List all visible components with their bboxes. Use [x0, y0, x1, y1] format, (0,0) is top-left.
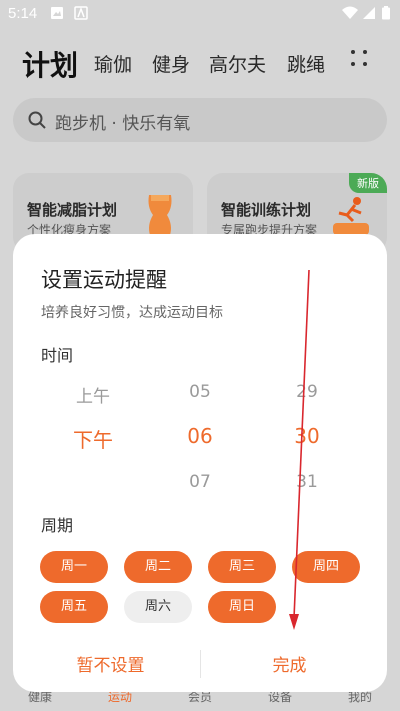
new-badge: 新版 [349, 173, 387, 193]
period-wheel[interactable]: 上午 下午 [43, 374, 143, 494]
dialog-subtitle: 培养良好习惯，达成运动目标 [41, 305, 223, 321]
minute-next: 31 [296, 472, 318, 492]
more-grid-icon[interactable] [349, 48, 369, 68]
dialog-title: 设置运动提醒 [41, 268, 167, 292]
time-picker: 上午 下午 05 06 07 29 30 31 [13, 374, 387, 494]
card-title: 智能训练计划 [221, 201, 312, 219]
search-icon [28, 111, 46, 129]
battery-icon [382, 6, 390, 20]
top-tab-bar: 计划 瑜伽 健身 高尔夫 跳绳 [22, 44, 362, 82]
hour-wheel[interactable]: 05 06 07 [150, 374, 250, 494]
cycle-label: 周期 [41, 516, 74, 535]
minute-prev: 29 [296, 382, 318, 402]
done-button[interactable]: 完成 [196, 651, 383, 676]
skip-button[interactable]: 暂不设置 [17, 651, 204, 676]
period-prev: 上午 [76, 387, 110, 407]
period-selected: 下午 [73, 428, 113, 452]
wifi-icon [342, 6, 358, 19]
time-label: 时间 [41, 346, 74, 365]
day-chip-tuesday[interactable]: 周二 [124, 551, 192, 583]
dialog-actions: 暂不设置 完成 [13, 644, 387, 684]
day-chip-saturday[interactable]: 周六 [124, 591, 192, 623]
day-chip-monday[interactable]: 周一 [40, 551, 108, 583]
card-title: 智能减脂计划 [27, 201, 118, 219]
day-chip-sunday[interactable]: 周日 [208, 591, 276, 623]
status-bar: 5:14 [0, 0, 400, 28]
app-notification-icon [74, 6, 88, 20]
tab-yoga[interactable]: 瑜伽 [94, 50, 132, 77]
hour-selected: 06 [187, 424, 213, 448]
signal-icon [363, 7, 375, 19]
tab-golf[interactable]: 高尔夫 [209, 50, 266, 77]
runner-icon [333, 197, 369, 235]
minute-selected: 30 [294, 424, 320, 448]
day-chip-wednesday[interactable]: 周三 [208, 551, 276, 583]
hour-next: 07 [189, 472, 211, 492]
minute-wheel[interactable]: 29 30 31 [257, 374, 357, 494]
day-chip-thursday[interactable]: 周四 [292, 551, 360, 583]
search-placeholder: 跑步机 · 快乐有氧 [55, 114, 191, 134]
tab-plan[interactable]: 计划 [22, 44, 78, 84]
body-shape-icon [148, 195, 172, 235]
search-bar[interactable]: 跑步机 · 快乐有氧 [13, 98, 387, 142]
tab-fitness[interactable]: 健身 [152, 50, 190, 77]
day-chip-friday[interactable]: 周五 [40, 591, 108, 623]
status-time: 5:14 [8, 5, 38, 22]
exercise-reminder-dialog: 设置运动提醒 培养良好习惯，达成运动目标 时间 上午 下午 05 06 07 2… [13, 234, 387, 692]
tab-jump-rope[interactable]: 跳绳 [287, 50, 325, 77]
hour-prev: 05 [189, 382, 211, 402]
image-notification-icon [51, 7, 63, 19]
